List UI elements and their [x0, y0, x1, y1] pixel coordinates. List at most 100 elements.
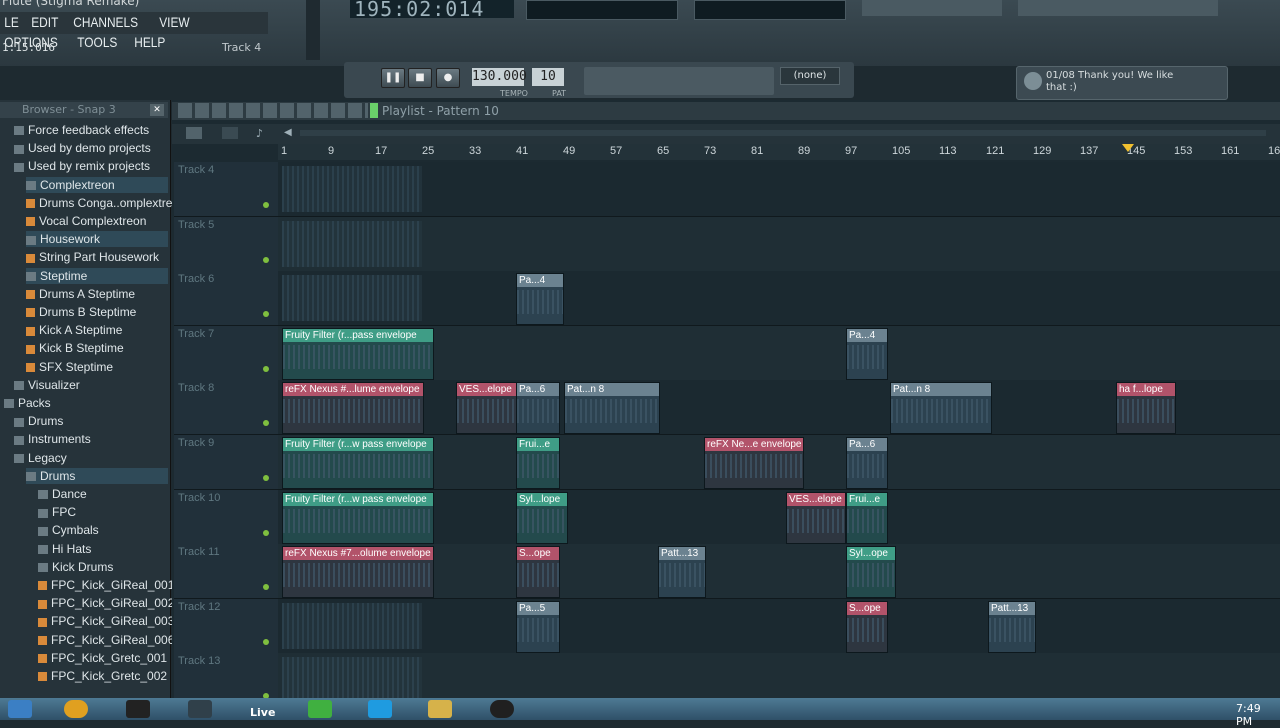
- pattern-clip[interactable]: Pa...4: [846, 327, 888, 380]
- scroll-left-icon[interactable]: ◀: [284, 127, 294, 139]
- browser-item[interactable]: String Part Housework: [26, 249, 168, 265]
- browser-item[interactable]: Drums: [26, 467, 168, 484]
- automation-clip[interactable]: reFX Ne...e envelope: [704, 437, 804, 489]
- browser-item[interactable]: FPC_Kick_Gretc_002: [38, 668, 168, 684]
- automation-clip[interactable]: Frui...e: [516, 437, 560, 489]
- pattern-clip[interactable]: Pat...n 8: [890, 382, 992, 435]
- pattern-clip[interactable]: Patt...13: [658, 546, 706, 599]
- track-mute-icon[interactable]: [263, 529, 269, 536]
- horizontal-scrollbar[interactable]: [300, 130, 1266, 136]
- automation-clip[interactable]: Frui...e: [846, 491, 888, 544]
- browser-item[interactable]: Housework: [26, 231, 168, 248]
- playlist-play-icon[interactable]: [370, 103, 378, 118]
- pattern-block[interactable]: [282, 220, 422, 267]
- track-mute-icon[interactable]: [263, 638, 269, 645]
- app-icon[interactable]: [126, 700, 150, 718]
- master-volume-slider[interactable]: [306, 0, 320, 60]
- menu-item-file[interactable]: LE: [0, 12, 23, 32]
- browser-item[interactable]: SFX Steptime: [26, 359, 168, 375]
- track-mute-icon[interactable]: [263, 475, 269, 481]
- browser-item[interactable]: Cymbals: [38, 522, 168, 538]
- browser-item[interactable]: Instruments: [14, 431, 168, 447]
- pattern-block[interactable]: [282, 657, 422, 704]
- automation-clip[interactable]: Fruity Filter (r...w pass envelope: [282, 437, 434, 489]
- automation-clip[interactable]: VES...elope: [786, 491, 846, 544]
- folder-icon[interactable]: [428, 700, 452, 718]
- browser-item[interactable]: Drums Conga..omplextreon: [26, 195, 186, 211]
- browser-item[interactable]: Packs: [4, 395, 168, 411]
- menu-item-help[interactable]: HELP: [130, 32, 170, 52]
- pattern-clip[interactable]: Pat...n 8: [564, 382, 660, 435]
- automation-clip[interactable]: reFX Nexus #...lume envelope: [282, 382, 424, 435]
- browser-item[interactable]: FPC_Kick_GiReal_003: [38, 613, 174, 629]
- utorrent-icon[interactable]: [308, 700, 332, 718]
- pattern-clip[interactable]: Pa...5: [516, 600, 560, 653]
- browser-item[interactable]: Dance: [38, 486, 168, 502]
- browser-item[interactable]: Drums: [14, 413, 168, 429]
- shortcut-buttons[interactable]: [862, 0, 1002, 16]
- browser-item[interactable]: FPC_Kick_GiReal_006: [38, 632, 174, 648]
- browser-item[interactable]: Used by demo projects: [14, 140, 168, 156]
- automation-clip[interactable]: Syl...ope: [846, 546, 896, 599]
- steam-icon[interactable]: [188, 700, 212, 718]
- pattern-block[interactable]: [282, 602, 422, 649]
- browser-item[interactable]: Force feedback effects: [14, 122, 168, 138]
- pattern-number[interactable]: 10: [532, 68, 564, 86]
- automation-clip[interactable]: ha f...lope: [1116, 382, 1176, 435]
- browser-item[interactable]: FPC_Kick_GiReal_001: [38, 577, 174, 593]
- automation-clip[interactable]: Syl...lope: [516, 491, 568, 544]
- recording-options[interactable]: [584, 67, 774, 95]
- browser-item[interactable]: Used by remix projects: [14, 158, 168, 174]
- browser-item[interactable]: Legacy: [14, 450, 168, 466]
- record-button[interactable]: ●: [436, 68, 460, 88]
- automation-clip[interactable]: reFX Nexus #7...olume envelope: [282, 546, 434, 599]
- browser-item[interactable]: Steptime: [26, 267, 168, 284]
- pattern-clip[interactable]: Pa...6: [516, 382, 560, 435]
- skype-icon[interactable]: [368, 700, 392, 718]
- browser-item[interactable]: Kick Drums: [38, 559, 168, 575]
- fl-studio-icon[interactable]: [64, 700, 88, 718]
- live-label[interactable]: Live: [250, 706, 275, 719]
- track-mute-icon[interactable]: [263, 365, 269, 372]
- close-icon[interactable]: ✕: [150, 104, 164, 116]
- link-icon[interactable]: [222, 127, 238, 139]
- track-mute-icon[interactable]: [263, 202, 269, 208]
- browser-item[interactable]: Complextreon: [26, 176, 168, 193]
- pattern-block[interactable]: [282, 166, 422, 212]
- pattern-block[interactable]: [282, 275, 422, 322]
- pattern-clip[interactable]: Pa...4: [516, 273, 564, 326]
- menu-item-channels[interactable]: CHANNELS: [69, 12, 142, 32]
- menu-item-tools[interactable]: TOOLS: [73, 32, 122, 52]
- browser-item[interactable]: FPC_Kick_Gretc_001: [38, 650, 168, 666]
- browser-item[interactable]: Hi Hats: [38, 541, 168, 557]
- pause-button[interactable]: ❚❚: [381, 68, 405, 88]
- playlist-tool-icons[interactable]: [178, 103, 368, 118]
- pattern-clip[interactable]: Patt...13: [988, 600, 1036, 653]
- browser-item[interactable]: Visualizer: [14, 377, 168, 393]
- browser-item[interactable]: Drums B Steptime: [26, 304, 168, 320]
- automation-clip[interactable]: Fruity Filter (r...pass envelope: [282, 327, 434, 380]
- automation-clip[interactable]: VES...elope: [456, 382, 518, 435]
- stop-button[interactable]: ■: [408, 68, 432, 88]
- snap-select[interactable]: (none): [780, 67, 840, 85]
- automation-clip[interactable]: S...ope: [846, 600, 888, 653]
- automation-clip[interactable]: Fruity Filter (r...w pass envelope: [282, 491, 434, 544]
- playhead-marker-icon[interactable]: [1122, 144, 1134, 152]
- pattern-clip[interactable]: Pa...6: [846, 437, 888, 489]
- browser-item[interactable]: FPC: [38, 504, 168, 520]
- browser-item[interactable]: Vocal Complextreon: [26, 213, 168, 229]
- pattern-icon[interactable]: [186, 127, 202, 139]
- note-icon[interactable]: ♪: [256, 127, 268, 140]
- menu-item-view[interactable]: VIEW: [155, 12, 194, 32]
- menu-item-edit[interactable]: EDIT: [27, 12, 63, 32]
- obs-icon[interactable]: [490, 700, 514, 718]
- ie-icon[interactable]: [8, 700, 32, 718]
- tempo-display[interactable]: 130.000: [472, 68, 527, 86]
- browser-item[interactable]: Drums A Steptime: [26, 286, 168, 302]
- track-mute-icon[interactable]: [263, 256, 269, 263]
- automation-clip[interactable]: S...ope: [516, 546, 560, 599]
- browser-item[interactable]: Kick B Steptime: [26, 340, 168, 356]
- tool-buttons[interactable]: [1018, 0, 1218, 16]
- browser-item[interactable]: FPC_Kick_GiReal_002: [38, 595, 174, 611]
- browser-item[interactable]: Kick A Steptime: [26, 322, 168, 338]
